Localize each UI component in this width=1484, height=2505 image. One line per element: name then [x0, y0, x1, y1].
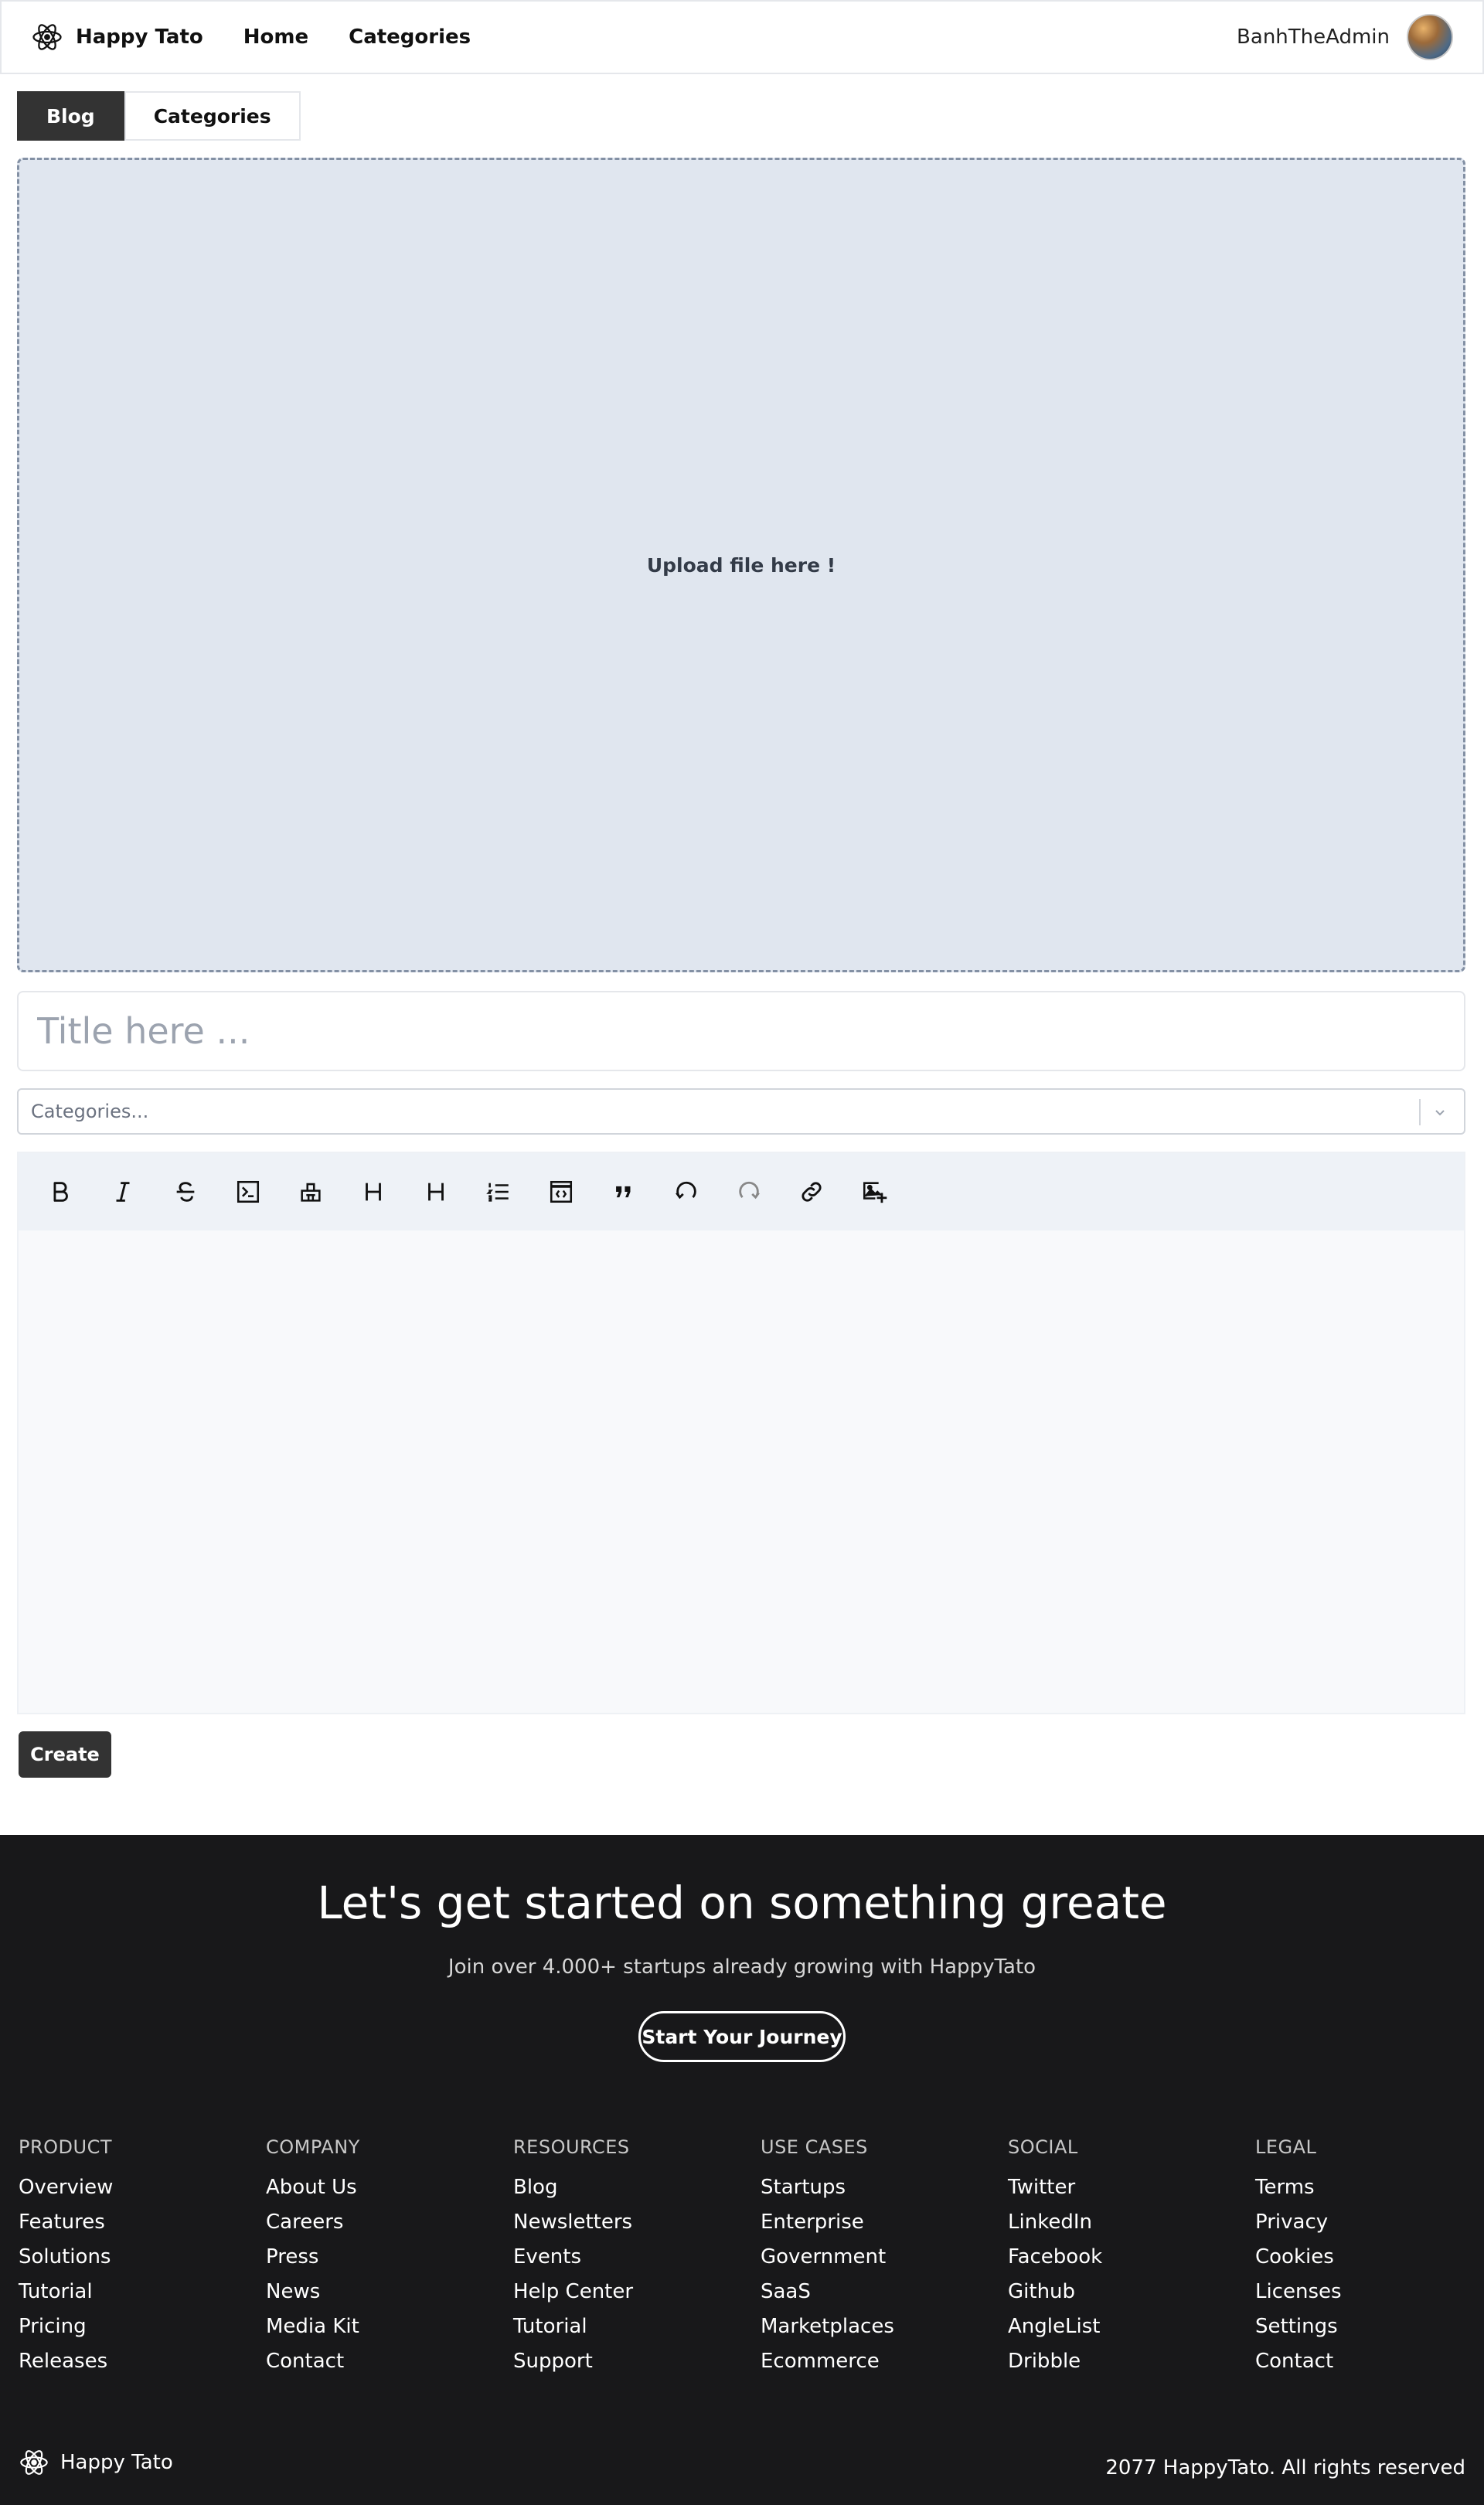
- start-journey-button[interactable]: Start Your Journey: [638, 2011, 846, 2062]
- cta-subtitle: Join over 4.000+ startups already growin…: [448, 1955, 1036, 1979]
- footer-link[interactable]: Blog: [513, 2170, 761, 2205]
- footer-link[interactable]: LinkedIn: [1008, 2205, 1255, 2240]
- footer: Let's get started on something greate Jo…: [0, 1835, 1484, 2505]
- main-nav: Home Categories: [243, 26, 471, 49]
- footer-column-use-cases: USE CASES Startups Enterprise Government…: [761, 2136, 1008, 2379]
- top-navbar: Happy Tato Home Categories BanhTheAdmin: [0, 0, 1484, 74]
- footer-column-heading: LEGAL: [1255, 2136, 1317, 2158]
- footer-brand[interactable]: Happy Tato: [19, 2447, 173, 2478]
- footer-link[interactable]: Terms: [1255, 2170, 1484, 2205]
- footer-link[interactable]: Tutorial: [513, 2309, 761, 2344]
- footer-link[interactable]: News: [266, 2275, 513, 2309]
- italic-icon[interactable]: [104, 1173, 141, 1210]
- footer-link[interactable]: Startups: [761, 2170, 1008, 2205]
- nav-categories-link[interactable]: Categories: [349, 26, 471, 49]
- footer-link[interactable]: Pricing: [19, 2309, 266, 2344]
- categories-placeholder: Categories...: [31, 1101, 149, 1122]
- footer-link[interactable]: Settings: [1255, 2309, 1484, 2344]
- footer-link[interactable]: Facebook: [1008, 2240, 1255, 2275]
- footer-link[interactable]: Dribble: [1008, 2344, 1255, 2379]
- tab-blog[interactable]: Blog: [17, 91, 124, 141]
- footer-column-company: COMPANY About Us Careers Press News Medi…: [266, 2136, 513, 2379]
- footer-link[interactable]: Careers: [266, 2205, 513, 2240]
- footer-link[interactable]: Media Kit: [266, 2309, 513, 2344]
- file-upload-dropzone[interactable]: Upload file here !: [17, 158, 1465, 972]
- tab-categories[interactable]: Categories: [124, 91, 301, 141]
- clear-format-icon[interactable]: [292, 1173, 329, 1210]
- quote-icon[interactable]: [605, 1173, 642, 1210]
- select-separator: [1419, 1099, 1421, 1125]
- nav-home-link[interactable]: Home: [243, 26, 308, 49]
- footer-link[interactable]: AngleList: [1008, 2309, 1255, 2344]
- footer-link[interactable]: Help Center: [513, 2275, 761, 2309]
- strikethrough-icon[interactable]: [167, 1173, 204, 1210]
- rich-text-editor: [17, 1152, 1465, 1714]
- footer-link[interactable]: Twitter: [1008, 2170, 1255, 2205]
- footer-link[interactable]: Press: [266, 2240, 513, 2275]
- upload-label: Upload file here !: [646, 553, 836, 577]
- footer-column-heading: COMPANY: [266, 2136, 360, 2158]
- create-button[interactable]: Create: [19, 1731, 111, 1778]
- username: BanhTheAdmin: [1237, 26, 1390, 49]
- footer-brand-name: Happy Tato: [60, 2451, 173, 2474]
- footer-link[interactable]: Government: [761, 2240, 1008, 2275]
- code-block-icon[interactable]: [543, 1173, 580, 1210]
- brand-name: Happy Tato: [76, 26, 203, 49]
- footer-link[interactable]: Enterprise: [761, 2205, 1008, 2240]
- chevron-down-icon[interactable]: [1427, 1099, 1453, 1125]
- footer-link[interactable]: Releases: [19, 2344, 266, 2379]
- footer-link[interactable]: Features: [19, 2205, 266, 2240]
- footer-column-product: PRODUCT Overview Features Solutions Tuto…: [19, 2136, 266, 2379]
- link-icon[interactable]: [793, 1173, 830, 1210]
- footer-link[interactable]: Support: [513, 2344, 761, 2379]
- footer-link[interactable]: Tutorial: [19, 2275, 266, 2309]
- categories-select[interactable]: Categories...: [17, 1088, 1465, 1135]
- code-icon[interactable]: [230, 1173, 267, 1210]
- footer-link[interactable]: About Us: [266, 2170, 513, 2205]
- footer-link[interactable]: Contact: [1255, 2344, 1484, 2379]
- footer-column-heading: PRODUCT: [19, 2136, 113, 2158]
- footer-columns: PRODUCT Overview Features Solutions Tuto…: [19, 2136, 1484, 2379]
- ordered-list-icon[interactable]: [480, 1173, 517, 1210]
- user-menu[interactable]: BanhTheAdmin: [1237, 14, 1453, 60]
- admin-tabs: Blog Categories: [17, 91, 301, 141]
- editor-toolbar: [19, 1153, 1464, 1230]
- footer-link[interactable]: Overview: [19, 2170, 266, 2205]
- footer-link[interactable]: Newsletters: [513, 2205, 761, 2240]
- footer-column-heading: RESOURCES: [513, 2136, 630, 2158]
- footer-link[interactable]: Ecommerce: [761, 2344, 1008, 2379]
- cta-title: Let's get started on something greate: [317, 1877, 1167, 1929]
- footer-link[interactable]: Cookies: [1255, 2240, 1484, 2275]
- atom-logo-icon: [32, 24, 62, 50]
- footer-link[interactable]: Privacy: [1255, 2205, 1484, 2240]
- heading-2-icon[interactable]: [417, 1173, 454, 1210]
- brand[interactable]: Happy Tato: [31, 21, 203, 53]
- footer-link[interactable]: Solutions: [19, 2240, 266, 2275]
- bold-icon[interactable]: [42, 1173, 79, 1210]
- footer-column-social: SOCIAL Twitter LinkedIn Facebook Github …: [1008, 2136, 1255, 2379]
- footer-column-heading: SOCIAL: [1008, 2136, 1078, 2158]
- footer-link[interactable]: Licenses: [1255, 2275, 1484, 2309]
- redo-icon[interactable]: [730, 1173, 768, 1210]
- title-input[interactable]: [17, 991, 1465, 1071]
- editor-content-area[interactable]: [19, 1230, 1464, 1713]
- footer-column-legal: LEGAL Terms Privacy Cookies Licenses Set…: [1255, 2136, 1484, 2379]
- footer-column-resources: RESOURCES Blog Newsletters Events Help C…: [513, 2136, 761, 2379]
- footer-link[interactable]: Marketplaces: [761, 2309, 1008, 2344]
- footer-link[interactable]: Events: [513, 2240, 761, 2275]
- footer-column-heading: USE CASES: [761, 2136, 868, 2158]
- footer-link[interactable]: Contact: [266, 2344, 513, 2379]
- footer-link[interactable]: Github: [1008, 2275, 1255, 2309]
- heading-1-icon[interactable]: [355, 1173, 392, 1210]
- undo-icon[interactable]: [668, 1173, 705, 1210]
- footer-link[interactable]: SaaS: [761, 2275, 1008, 2309]
- atom-logo-icon: [20, 2450, 48, 2475]
- copyright-text: 2077 HappyTato. All rights reserved: [1105, 2456, 1465, 2479]
- add-image-icon[interactable]: [856, 1173, 893, 1210]
- avatar[interactable]: [1407, 14, 1453, 60]
